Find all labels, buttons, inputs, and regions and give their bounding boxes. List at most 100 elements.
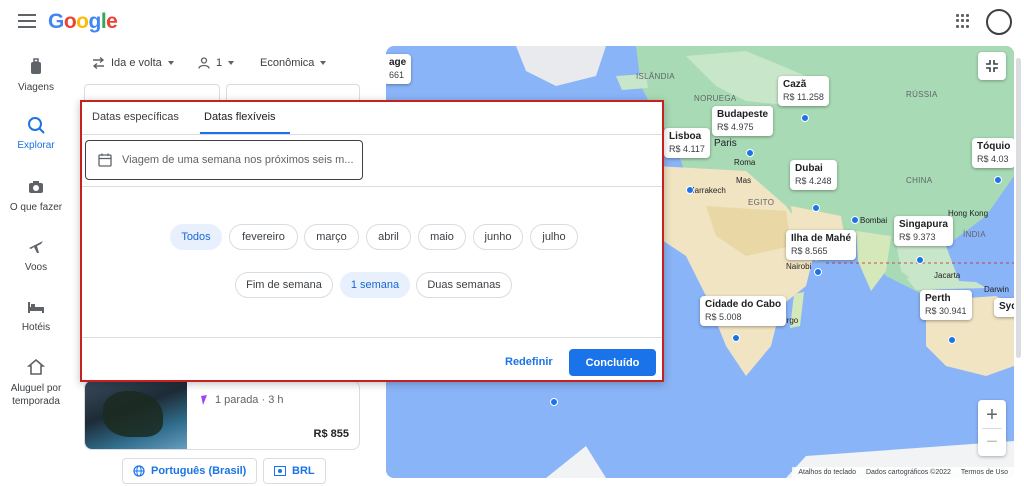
- passengers-value: 1: [216, 57, 223, 69]
- month-chip[interactable]: abril: [366, 224, 411, 250]
- google-logo[interactable]: Google: [48, 10, 118, 34]
- pin-price: R$ 8.565: [791, 245, 828, 256]
- nav-label: Explorar: [17, 140, 55, 151]
- pin-city: age: [389, 57, 407, 68]
- month-chip[interactable]: maio: [418, 224, 466, 250]
- fullscreen-exit-icon: [986, 60, 998, 72]
- map-marker[interactable]: [746, 149, 754, 157]
- map-marker[interactable]: [916, 256, 924, 264]
- map-city-label: Jacarta: [934, 271, 961, 280]
- map-marker[interactable]: [812, 204, 820, 212]
- passengers-select[interactable]: 1: [198, 57, 235, 69]
- zoom-in-button[interactable]: +: [978, 402, 1006, 428]
- map-marker[interactable]: [801, 114, 809, 122]
- pin-city: Ilha de Mahé: [791, 233, 852, 244]
- map-price-pin[interactable]: Ilha de Mahé R$ 8.565: [786, 230, 857, 260]
- map-marker[interactable]: [948, 336, 956, 344]
- map-city-label: Darwin: [984, 285, 1009, 294]
- language-button[interactable]: Português (Brasil): [122, 458, 258, 484]
- nav-item-hoteis[interactable]: Hotéis: [0, 298, 72, 333]
- person-icon: [198, 57, 210, 69]
- currency-button[interactable]: BRL: [263, 458, 326, 484]
- pin-price: R$ 4.03: [977, 153, 1009, 164]
- map-price-pin[interactable]: Cazã R$ 11.258: [778, 76, 829, 106]
- pin-price: R$ 5.008: [705, 311, 742, 322]
- map-price-pin[interactable]: Cidade do Cabo R$ 5.008: [700, 296, 787, 326]
- map-price-pin[interactable]: age 661: [386, 54, 412, 84]
- nav-label: O que fazer: [9, 202, 63, 213]
- chevron-down-icon: [320, 61, 327, 65]
- terms-link[interactable]: Termos de Uso: [961, 469, 1008, 476]
- tab-flexible-dates[interactable]: Datas flexíveis: [204, 111, 276, 123]
- nav-item-aluguel[interactable]: Aluguel por temporada: [0, 358, 72, 408]
- nav-item-o-que-fazer[interactable]: O que fazer: [0, 178, 72, 213]
- map-marker[interactable]: [686, 186, 694, 194]
- month-chip-todos[interactable]: Todos: [170, 224, 222, 250]
- nav-item-viagens[interactable]: Viagens: [0, 58, 72, 93]
- zoom-out-button[interactable]: −: [978, 429, 1006, 455]
- month-chip[interactable]: março: [304, 224, 359, 250]
- chevron-down-icon: [167, 61, 174, 65]
- nav-item-explorar[interactable]: Explorar: [0, 116, 72, 151]
- map-marker[interactable]: [814, 268, 822, 276]
- keyboard-shortcuts-link[interactable]: Atalhos do teclado: [798, 469, 856, 476]
- map-marker[interactable]: [994, 176, 1002, 184]
- nav-label: Viagens: [18, 82, 54, 93]
- logo-letter: e: [106, 10, 118, 33]
- pin-price: R$ 11.258: [783, 91, 824, 102]
- chevron-down-icon: [228, 61, 235, 65]
- trip-type-value: Ida e volta: [111, 57, 162, 69]
- nav-item-voos[interactable]: Voos: [0, 238, 72, 273]
- map-city-label: Bombai: [860, 216, 888, 225]
- pin-city: Syd: [999, 301, 1014, 312]
- pin-price: 661: [389, 69, 405, 80]
- island-shape: [103, 391, 163, 437]
- map-price-pin[interactable]: Syd: [994, 298, 1014, 317]
- map-price-pin[interactable]: Lisboa R$ 4.117: [664, 128, 710, 158]
- map-region-label: NORUEGA: [694, 94, 737, 103]
- pin-city: Budapeste: [717, 109, 769, 120]
- trip-type-select[interactable]: Ida e volta: [92, 57, 174, 69]
- collapse-map-button[interactable]: [978, 52, 1006, 80]
- date-picker-dialog: Datas específicas Datas flexíveis Viagem…: [80, 100, 664, 382]
- pin-price: R$ 4.248: [795, 175, 832, 186]
- pin-city: Singapura: [899, 219, 948, 230]
- tab-specific-dates[interactable]: Datas específicas: [92, 111, 179, 123]
- map-marker[interactable]: [851, 216, 859, 224]
- month-chip[interactable]: junho: [473, 224, 523, 250]
- cabin-select[interactable]: Econômica: [260, 57, 327, 69]
- map-region-label: EGITO: [748, 198, 775, 207]
- top-bar: Google: [0, 0, 1024, 44]
- apps-grid-icon[interactable]: [956, 14, 970, 28]
- map-price-pin[interactable]: Perth R$ 30.941: [920, 290, 972, 320]
- map-price-pin[interactable]: Singapura R$ 9.373: [894, 216, 953, 246]
- map-city-label: Roma: [734, 158, 756, 167]
- map-price-pin[interactable]: Dubai R$ 4.248: [790, 160, 837, 190]
- map-data-credit: Dados cartográficos ©2022: [865, 469, 951, 476]
- reset-button[interactable]: Redefinir: [505, 356, 553, 368]
- map-price-pin[interactable]: Budapeste R$ 4.975: [712, 106, 774, 136]
- pin-city: Perth: [925, 293, 951, 304]
- language-label: Português (Brasil): [151, 465, 247, 477]
- month-chip[interactable]: julho: [530, 224, 578, 250]
- pin-price: R$ 4.117: [669, 143, 705, 154]
- done-button[interactable]: Concluído: [569, 349, 656, 376]
- bed-icon: [28, 302, 44, 313]
- duration-chip-selected[interactable]: 1 semana: [340, 272, 410, 298]
- menu-icon[interactable]: [18, 14, 36, 28]
- price: R$ 855: [313, 428, 349, 440]
- duration-chip[interactable]: Duas semanas: [416, 272, 512, 298]
- map-marker[interactable]: [550, 398, 558, 406]
- avatar[interactable]: [986, 9, 1012, 35]
- trip-summary-field[interactable]: Viagem de uma semana nos próximos seis m…: [85, 140, 363, 180]
- month-chip[interactable]: fevereiro: [229, 224, 298, 250]
- duration-chip[interactable]: Fim de semana: [235, 272, 333, 298]
- map-marker[interactable]: [732, 334, 740, 342]
- map-price-pin[interactable]: Tóquio R$ 4.03: [972, 138, 1014, 168]
- result-card[interactable]: 1 parada · 3 h R$ 855: [84, 380, 360, 450]
- camera-icon: [29, 181, 43, 193]
- divider: [82, 186, 662, 187]
- map-city-label: Hong Kong: [948, 209, 989, 218]
- scrollbar[interactable]: [1016, 58, 1021, 358]
- logo-letter: G: [48, 10, 64, 33]
